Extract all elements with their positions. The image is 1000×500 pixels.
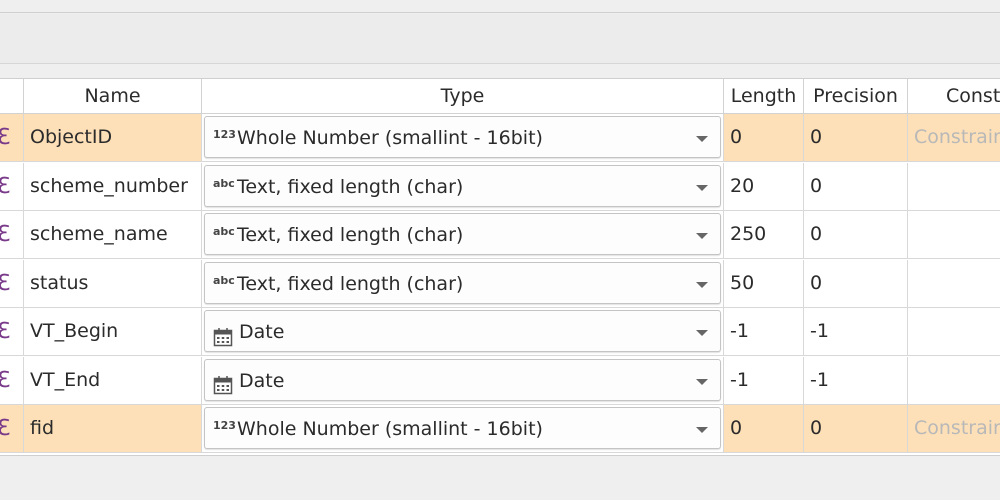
field-precision-cell[interactable]: 0 — [804, 114, 908, 162]
row-control[interactable]: ℇ — [0, 162, 24, 211]
field-length-cell[interactable]: -1 — [724, 308, 804, 356]
type-label: Whole Number (smallint - 16bit) — [237, 418, 543, 440]
field-marker-icon: ℇ — [0, 125, 11, 150]
row-control[interactable]: ℇ — [0, 405, 24, 453]
field-marker-icon: ℇ — [0, 222, 11, 247]
type-label: Text, fixed length (char) — [237, 175, 464, 198]
type-label: Text, fixed length (char) — [237, 224, 464, 246]
row-control[interactable]: ℇ — [0, 259, 24, 308]
field-constraints-cell[interactable] — [908, 308, 1000, 356]
row-control[interactable]: ℇ — [0, 114, 24, 162]
table-row[interactable]: ℇ status abcText, fixed length (char) 50… — [0, 259, 1000, 308]
field-name-cell[interactable]: VT_End — [24, 356, 202, 405]
type-dropdown[interactable]: 123Whole Number (smallint - 16bit) — [204, 116, 721, 158]
number-icon: 123 — [213, 128, 236, 141]
field-name-cell[interactable]: VT_Begin — [24, 308, 202, 356]
field-length-cell[interactable]: 20 — [724, 162, 804, 211]
table-header: Name Type Length Precision Const — [0, 79, 1000, 114]
field-marker-icon: ℇ — [0, 368, 11, 393]
field-constraints-cell[interactable] — [908, 163, 1000, 211]
type-label: Whole Number (smallint - 16bit) — [237, 127, 543, 149]
type-dropdown[interactable]: Date — [204, 358, 721, 401]
field-precision-cell[interactable]: 0 — [804, 211, 908, 259]
number-icon: 123 — [213, 419, 236, 432]
field-precision-cell[interactable]: 0 — [804, 405, 908, 453]
field-constraints-cell[interactable] — [908, 260, 1000, 308]
calendar-icon — [213, 368, 233, 395]
row-control[interactable]: ℇ — [0, 308, 24, 356]
toolbar-area — [0, 14, 1000, 63]
text-icon: abc — [213, 176, 235, 190]
top-divider — [0, 12, 1000, 13]
field-length-cell[interactable]: -1 — [724, 356, 804, 405]
chevron-down-icon[interactable] — [696, 281, 708, 288]
field-type-cell: abc Text, fixed length (char) — [202, 162, 724, 211]
field-type-cell: 123Whole Number (smallint - 16bit) — [202, 114, 724, 162]
text-icon: abc — [213, 225, 235, 238]
header-precision[interactable]: Precision — [804, 79, 908, 114]
type-dropdown[interactable]: Date — [204, 310, 721, 352]
field-length-cell[interactable]: 250 — [724, 211, 804, 259]
table-row[interactable]: ℇ scheme_name abcText, fixed length (cha… — [0, 211, 1000, 259]
field-type-cell: 123Whole Number (smallint - 16bit) — [202, 405, 724, 453]
field-name-cell[interactable]: fid — [24, 405, 202, 453]
field-type-cell: Date — [202, 308, 724, 356]
field-type-cell: abc Text, fixed length (char) — [202, 259, 724, 308]
field-constraints-cell[interactable] — [908, 357, 1000, 405]
type-label: Date — [239, 369, 285, 392]
field-constraints-cell[interactable] — [908, 211, 1000, 259]
field-constraints-cell[interactable]: Constrain — [908, 405, 1000, 453]
field-name-cell[interactable]: scheme_name — [24, 211, 202, 259]
chevron-down-icon[interactable] — [696, 233, 708, 239]
header-control-column — [0, 79, 24, 114]
field-name-cell[interactable]: ObjectID — [24, 114, 202, 162]
field-name-cell[interactable]: status — [24, 259, 202, 308]
table-row[interactable]: ℇ VT_Begin Date -1 -1 — [0, 308, 1000, 356]
field-length-cell[interactable]: 0 — [724, 114, 804, 162]
text-icon: abc — [213, 273, 235, 287]
field-constraints-cell[interactable]: Constrain — [908, 114, 1000, 162]
type-dropdown[interactable]: 123Whole Number (smallint - 16bit) — [204, 407, 721, 449]
toolbar-divider — [0, 63, 1000, 64]
chevron-down-icon[interactable] — [696, 184, 708, 191]
table-row[interactable]: ℇ fid 123Whole Number (smallint - 16bit)… — [0, 405, 1000, 453]
table-row[interactable]: ℇ scheme_number abcText, fixed length (c… — [0, 162, 1000, 211]
header-type[interactable]: Type — [202, 79, 724, 114]
table-row[interactable]: ℇ VT_End Date -1 -1 — [0, 356, 1000, 405]
fields-table: Name Type Length Precision Const ℇ Objec… — [0, 78, 1000, 456]
field-type-cell: abc Text, fixed length (char) — [202, 211, 724, 259]
chevron-down-icon[interactable] — [696, 330, 708, 336]
type-dropdown[interactable]: abc Text, fixed length (char) — [204, 164, 721, 207]
type-dropdown[interactable]: abc Text, fixed length (char) — [204, 213, 721, 255]
field-length-cell[interactable]: 50 — [724, 259, 804, 308]
chevron-down-icon[interactable] — [696, 378, 708, 385]
field-marker-icon: ℇ — [0, 319, 11, 344]
field-marker-icon: ℇ — [0, 416, 11, 441]
row-control[interactable]: ℇ — [0, 211, 24, 259]
field-type-cell: Date — [202, 356, 724, 405]
header-name[interactable]: Name — [24, 79, 202, 114]
chevron-down-icon[interactable] — [696, 427, 708, 433]
header-length[interactable]: Length — [724, 79, 804, 114]
header-constraints[interactable]: Const — [908, 79, 1000, 114]
type-dropdown[interactable]: abc Text, fixed length (char) — [204, 261, 721, 304]
field-precision-cell[interactable]: 0 — [804, 259, 908, 308]
row-control[interactable]: ℇ — [0, 356, 24, 405]
calendar-icon — [213, 320, 233, 346]
field-marker-icon: ℇ — [0, 174, 11, 199]
chevron-down-icon[interactable] — [696, 136, 708, 142]
field-precision-cell[interactable]: -1 — [804, 308, 908, 356]
field-length-cell[interactable]: 0 — [724, 405, 804, 453]
field-precision-cell[interactable]: -1 — [804, 356, 908, 405]
field-marker-icon: ℇ — [0, 271, 11, 296]
field-name-cell[interactable]: scheme_number — [24, 162, 202, 211]
type-label: Date — [239, 321, 285, 343]
table-row[interactable]: ℇ ObjectID 123Whole Number (smallint - 1… — [0, 114, 1000, 162]
type-label: Text, fixed length (char) — [237, 272, 464, 295]
field-precision-cell[interactable]: 0 — [804, 162, 908, 211]
